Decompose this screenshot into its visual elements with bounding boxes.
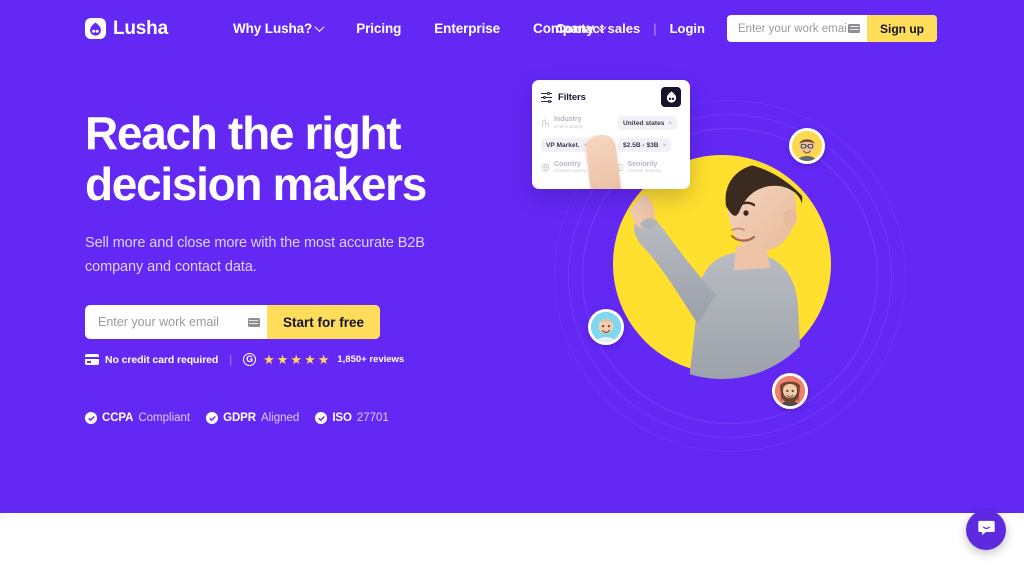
main-navbar: Lusha Why Lusha? Pricing Enterprise Comp… <box>0 0 1024 57</box>
badge-iso: ISO 27701 <box>315 412 389 424</box>
avatar-top-right <box>789 128 825 164</box>
lusha-app-icon <box>661 87 681 107</box>
page-root: Lusha Why Lusha? Pricing Enterprise Comp… <box>0 0 1024 566</box>
subhead-line-2: company and contact data. <box>85 259 257 275</box>
navbar-left-group: Lusha Why Lusha? Pricing Enterprise Comp… <box>85 18 607 40</box>
trust-indicators: No credit card required | G ★ ★ ★ ★ ★ 1,… <box>85 353 515 366</box>
start-for-free-button[interactable]: Start for free <box>266 305 380 339</box>
trust-separator: | <box>229 353 233 366</box>
nav-item-pricing-label: Pricing <box>356 21 402 36</box>
compliance-badges: CCPA Compliant GDPR Aligned ISO 27701 <box>85 412 389 424</box>
filters-card[interactable]: Filters Industry Enter industry United s… <box>532 80 690 189</box>
hero-email-input[interactable] <box>85 315 246 329</box>
filter-sub-seniority: Choose seniority <box>627 168 662 174</box>
nav-item-pricing[interactable]: Pricing <box>356 21 401 36</box>
star-rating: ★ ★ ★ ★ ★ <box>263 353 329 366</box>
chat-bubble-icon <box>977 518 996 542</box>
filter-field-industry[interactable]: Industry Enter industry <box>541 116 611 129</box>
avatar-bottom-right <box>772 373 808 409</box>
filter-sub-industry: Enter industry <box>554 123 583 129</box>
navbar-email-input[interactable] <box>738 22 846 35</box>
no-credit-card-note: No credit card required <box>85 354 218 366</box>
globe-icon <box>541 163 550 172</box>
filter-chip-role-label: VP Market. <box>546 141 580 149</box>
filter-field-seniority[interactable]: Seniority Choose seniority <box>615 161 682 174</box>
star-icon: ★ <box>304 352 316 367</box>
subhead-line-1: Sell more and close more with the most a… <box>85 235 425 251</box>
filter-chip-revenue[interactable]: $2.5B - $3B × <box>618 138 672 152</box>
star-icon: ★ <box>276 352 289 367</box>
building-icon <box>542 118 549 127</box>
filters-card-title: Filters <box>558 91 586 103</box>
badge-gdpr-status: Aligned <box>260 412 300 424</box>
nav-item-why-lusha-label: Why Lusha? <box>232 21 313 36</box>
avatar-left <box>588 309 624 345</box>
navbar-signup-form: Sign up <box>727 15 937 42</box>
g2-logo-icon: G <box>243 353 257 366</box>
headline-line-2: decision makers <box>85 158 427 210</box>
check-icon <box>85 412 97 424</box>
login-link[interactable]: Login <box>670 21 705 36</box>
headline-line-1: Reach the right <box>85 107 402 159</box>
filter-label-industry: Industry <box>554 116 582 124</box>
filter-chip-country-value[interactable]: United states × <box>618 116 678 130</box>
nav-links: Why Lusha? Pricing Enterprise Company <box>232 21 607 36</box>
hero-section: Lusha Why Lusha? Pricing Enterprise Comp… <box>0 0 1024 513</box>
lusha-flame-icon <box>85 18 106 39</box>
logo-wordmark: Lusha <box>113 17 168 39</box>
badge-gdpr: GDPR Aligned <box>206 412 299 424</box>
below-fold-section <box>0 513 1024 566</box>
chat-launcher-button[interactable] <box>966 510 1006 550</box>
filter-chip-country-label: United states <box>623 119 665 127</box>
badge-ccpa-status: Compliant <box>138 412 191 424</box>
filters-row-industry: Industry Enter industry United states × <box>532 116 690 130</box>
star-icon: ★ <box>317 352 330 367</box>
nav-separator: | <box>653 21 657 36</box>
keyboard-autofill-icon[interactable] <box>848 24 860 33</box>
navbar-right-group: Contact sales | Login Sign up <box>556 0 937 57</box>
reviews-count: 1,850+ reviews <box>337 354 405 365</box>
filters-card-header: Filters <box>532 80 690 112</box>
star-icon: ★ <box>290 352 303 367</box>
sliders-icon <box>541 91 552 103</box>
contact-sales-link[interactable]: Contact sales <box>556 21 641 36</box>
chevron-down-icon <box>314 22 325 33</box>
nav-item-enterprise-label: Enterprise <box>434 21 501 36</box>
badge-ccpa: CCPA Compliant <box>85 412 190 424</box>
nav-item-why-lusha[interactable]: Why Lusha? <box>232 21 325 36</box>
signup-button[interactable]: Sign up <box>867 15 937 42</box>
check-icon <box>315 412 328 424</box>
filter-label-seniority: Seniority <box>627 161 658 168</box>
check-icon <box>206 412 219 424</box>
keyboard-autofill-icon[interactable] <box>247 317 260 327</box>
filters-card-title-group: Filters <box>541 92 586 103</box>
badge-ccpa-name: CCPA <box>102 412 134 424</box>
no-credit-card-label: No credit card required <box>105 353 219 366</box>
badge-gdpr-name: GDPR <box>223 412 256 424</box>
hero-copy: Reach the right decision makers Sell mor… <box>85 108 515 366</box>
badge-iso-name: ISO <box>332 412 352 424</box>
filter-sub-country: Choose country <box>554 168 587 174</box>
filter-chip-revenue-label: $2.5B - $3B <box>623 141 659 149</box>
credit-card-icon <box>85 354 99 365</box>
nav-item-enterprise[interactable]: Enterprise <box>434 21 500 36</box>
star-icon: ★ <box>263 352 275 367</box>
badge-iso-number: 27701 <box>356 412 389 424</box>
hero-subheadline: Sell more and close more with the most a… <box>85 231 430 279</box>
close-icon[interactable]: × <box>663 142 667 149</box>
hero-signup-form: Start for free <box>85 305 380 339</box>
logo[interactable]: Lusha <box>85 18 168 40</box>
close-icon[interactable]: × <box>668 120 672 127</box>
page-title: Reach the right decision makers <box>85 108 515 210</box>
filter-label-country: Country <box>554 161 581 168</box>
